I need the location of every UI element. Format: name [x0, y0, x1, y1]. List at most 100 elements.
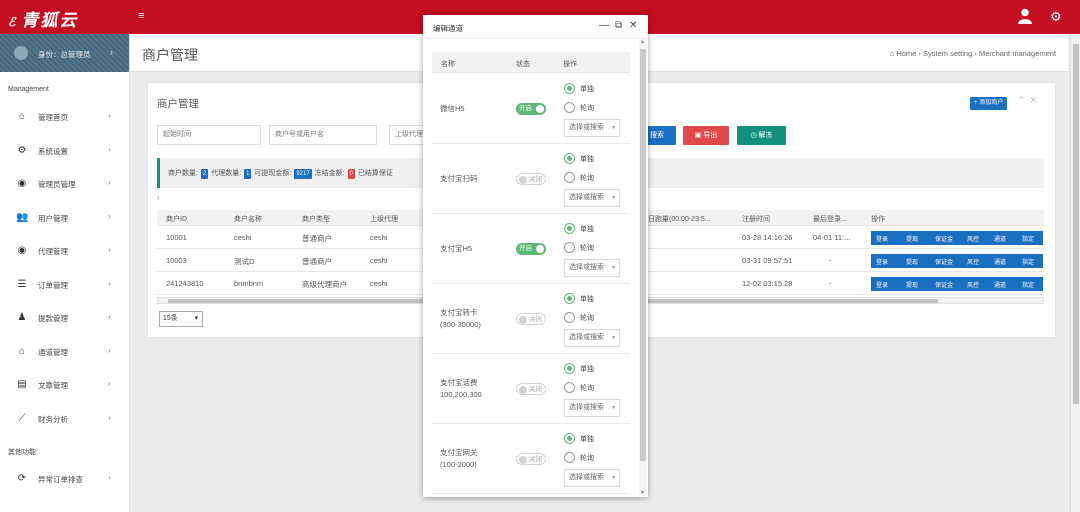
refresh-icon: ⟳ — [17, 473, 27, 484]
channel-select[interactable]: 选择或搜索 ▾ — [564, 259, 620, 277]
export-button[interactable]: ▣ 导出 — [683, 126, 729, 145]
deposit-action[interactable]: 保证金 — [935, 280, 953, 289]
status-toggle[interactable]: 关闭 — [516, 173, 546, 185]
close-icon[interactable]: ✕ — [629, 20, 637, 31]
app-logo[interactable]: ℰ 青狐云 — [8, 6, 78, 31]
status-toggle[interactable]: 开启 — [516, 103, 546, 115]
col-last-login[interactable]: 最后登录... — [813, 214, 847, 224]
radio-poll[interactable]: 轮询 — [564, 312, 624, 324]
radio-single[interactable]: 单独 — [564, 293, 624, 305]
scroll-left-icon[interactable]: ‹ — [157, 193, 160, 202]
radio-poll[interactable]: 轮询 — [564, 452, 624, 464]
breadcrumb-system[interactable]: System setting — [923, 49, 972, 58]
minimize-icon[interactable]: — — [599, 20, 609, 31]
sidebar-item-withdraw[interactable]: ♟ 提款管理 › — [0, 305, 130, 331]
sidebar-item-finance[interactable]: ⟋ 财务分析 › — [0, 406, 130, 432]
risk-action[interactable]: 风控 — [967, 257, 979, 266]
chevron-up-icon[interactable]: ⌃ — [1018, 95, 1030, 105]
modal-scrollbar[interactable]: ▲ ▼ — [639, 39, 647, 496]
scrollbar-thumb[interactable] — [640, 49, 646, 461]
status-toggle[interactable]: 关闭 — [516, 313, 546, 325]
sidebar-profile[interactable]: 身份：总管理员 › — [0, 34, 129, 72]
channel-select[interactable]: 选择或搜索 ▾ — [564, 469, 620, 487]
admin-icon: ◉ — [17, 178, 27, 189]
scroll-down-icon[interactable]: ▼ — [640, 490, 645, 496]
deposit-action[interactable]: 保证金 — [935, 257, 953, 266]
channel-action[interactable]: 通道 — [994, 234, 1006, 243]
sidebar-item-label: 用户管理 — [38, 214, 68, 223]
risk-action[interactable]: 风控 — [967, 280, 979, 289]
sidebar-item-home[interactable]: ⌂ 管理首页 › — [0, 104, 130, 130]
channel-name: 支付宝H5 — [440, 244, 473, 253]
breadcrumb-home[interactable]: Home — [896, 49, 916, 58]
radio-poll[interactable]: 轮询 — [564, 102, 624, 114]
sidebar-item-users[interactable]: 👥 用户管理 › — [0, 205, 130, 231]
radio-single[interactable]: 单独 — [564, 433, 624, 445]
status-toggle[interactable]: 开启 — [516, 243, 546, 255]
withdraw-action[interactable]: 提现 — [906, 234, 918, 243]
status-toggle[interactable]: 关闭 — [516, 383, 546, 395]
breadcrumb: ⌂ Home › System setting › Merchant manag… — [889, 49, 1056, 58]
login-action[interactable]: 登录 — [876, 280, 888, 289]
channel-action[interactable]: 通道 — [994, 280, 1006, 289]
channel-select[interactable]: 选择或搜索 ▾ — [564, 399, 620, 417]
plus-icon: + — [974, 100, 978, 106]
sidebar-item-system[interactable]: ⚙ 系统设置 › — [0, 138, 130, 164]
channel-select[interactable]: 选择或搜索 ▾ — [564, 189, 620, 207]
col-agent[interactable]: 上级代理 — [370, 214, 398, 224]
user-icon[interactable] — [1018, 8, 1032, 24]
col-merchant-name[interactable]: 商户名称 — [234, 214, 262, 224]
breadcrumb-merchant: Merchant management — [978, 49, 1056, 58]
add-merchant-button[interactable]: + 添加商户 — [970, 97, 1008, 110]
agent-count-badge: 1 — [244, 169, 252, 179]
channel-select[interactable]: 选择或搜索 ▾ — [564, 119, 620, 137]
channel-action[interactable]: 通道 — [994, 257, 1006, 266]
radio-single[interactable]: 单独 — [564, 363, 624, 375]
deposit-action[interactable]: 保证金 — [935, 234, 953, 243]
page-size-select[interactable]: 15条 ▾ — [159, 311, 203, 327]
withdraw-action[interactable]: 提现 — [906, 280, 918, 289]
channel-name: 支付宝网关 (100-2000) — [440, 448, 478, 469]
withdraw-action[interactable]: 提现 — [906, 257, 918, 266]
maximize-icon[interactable]: ⧉ — [615, 20, 622, 31]
scroll-up-icon[interactable]: ▲ — [640, 39, 645, 45]
channel-select[interactable]: 选择或搜索 ▾ — [564, 329, 620, 347]
radio-single[interactable]: 单独 — [564, 223, 624, 235]
chevron-down-icon: ▾ — [611, 475, 615, 481]
col-merchant-id[interactable]: 商户ID — [166, 214, 187, 224]
sidebar-item-abnormal-orders[interactable]: ⟳ 异常订单排查 › — [0, 466, 130, 492]
page-scrollbar[interactable] — [1070, 34, 1080, 512]
sidebar-item-label: 系统设置 — [38, 147, 68, 156]
col-daily-volume[interactable]: 日跑量(00:00-23:5... — [648, 214, 711, 224]
sidebar-item-admins[interactable]: ◉ 管理员管理 › — [0, 171, 130, 197]
merchant-search-input[interactable]: 商户号或用户名 — [269, 125, 377, 145]
risk-action[interactable]: 风控 — [967, 234, 979, 243]
assign-action[interactable]: 指定 — [1022, 234, 1034, 243]
sidebar-item-orders[interactable]: ☰ 订单管理 › — [0, 272, 130, 298]
radio-poll[interactable]: 轮询 — [564, 172, 624, 184]
sidebar-item-channels[interactable]: ⌂ 通道管理 › — [0, 339, 130, 365]
col-merchant-type[interactable]: 商户类型 — [302, 214, 330, 224]
modal-title: 编辑通道 — [433, 24, 463, 33]
radio-poll[interactable]: 轮询 — [564, 242, 624, 254]
status-toggle[interactable]: 关闭 — [516, 453, 546, 465]
radio-single[interactable]: 单独 — [564, 153, 624, 165]
radio-poll[interactable]: 轮询 — [564, 382, 624, 394]
channel-table-header: 名称 状态 操作 — [432, 52, 630, 73]
scrollbar-thumb[interactable] — [1073, 44, 1079, 404]
row-actions: 登录 提现 保证金 风控 通道 指定 — [871, 254, 1043, 268]
agent-input[interactable]: 上级代理 — [389, 125, 425, 145]
unfreeze-button[interactable]: ◷ 解冻 — [737, 126, 786, 145]
assign-action[interactable]: 指定 — [1022, 257, 1034, 266]
col-reg-time[interactable]: 注册时间 — [742, 214, 770, 224]
gear-icon[interactable]: ⚙ — [1050, 9, 1062, 25]
assign-action[interactable]: 指定 — [1022, 280, 1034, 289]
login-action[interactable]: 登录 — [876, 234, 888, 243]
login-action[interactable]: 登录 — [876, 257, 888, 266]
start-time-input[interactable]: 起始时间 — [157, 125, 261, 145]
close-icon[interactable]: ✕ — [1030, 95, 1042, 105]
sidebar-item-agents[interactable]: ◉ 代理管理 › — [0, 238, 130, 264]
radio-single[interactable]: 单独 — [564, 83, 624, 95]
sidebar-item-articles[interactable]: ▤ 文章管理 › — [0, 372, 130, 398]
hamburger-icon[interactable]: ≡ — [138, 10, 144, 22]
